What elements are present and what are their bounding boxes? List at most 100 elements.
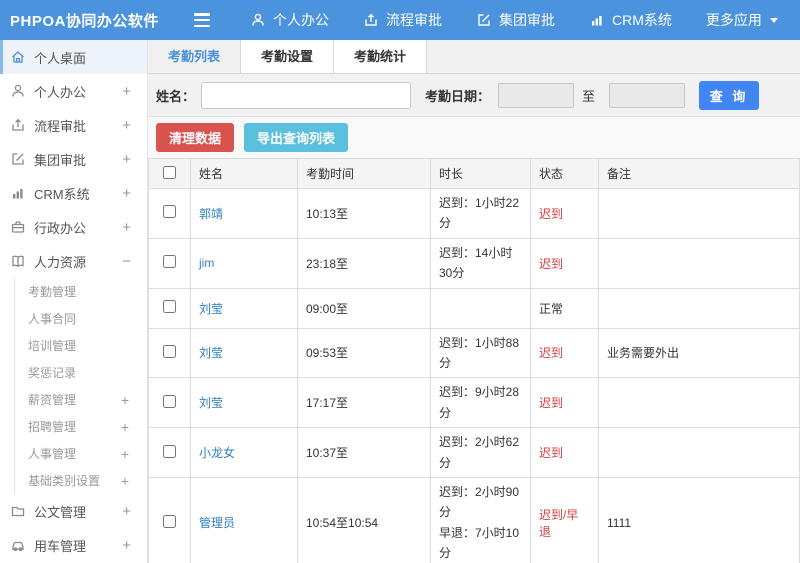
- search-bar: 姓名： 考勤日期： 至 查 询: [148, 74, 800, 117]
- row-checkbox[interactable]: [163, 255, 176, 269]
- nav-group-approval[interactable]: 集团审批: [476, 10, 555, 30]
- table-row: jim 23:18至 迟到：14小时30分 迟到: [148, 237, 800, 289]
- time-cell: 09:00至: [297, 287, 431, 329]
- row-checkbox[interactable]: [163, 205, 176, 219]
- expand-indicator: +: [122, 150, 131, 168]
- collapse-indicator: −: [122, 252, 131, 270]
- submenu-item-label: 人事合同: [28, 312, 77, 326]
- row-checkbox[interactable]: [163, 514, 176, 528]
- submenu-item-base-category-settings[interactable]: 基础类别设置 +: [15, 467, 147, 494]
- column-header-remark: 备注: [598, 158, 800, 189]
- column-header-duration: 时长: [430, 158, 531, 189]
- sidebar-item-admin-office[interactable]: 行政办公 +: [0, 210, 147, 244]
- hamburger-menu-icon[interactable]: [194, 13, 214, 27]
- duration-cell: [430, 287, 531, 329]
- submenu-item-label: 基础类别设置: [28, 474, 101, 488]
- time-cell: 10:54至10:54: [297, 476, 431, 563]
- app-logo: PHPOA协同办公软件: [10, 12, 159, 30]
- query-button[interactable]: 查 询: [699, 80, 760, 110]
- sidebar-item-vehicle-management[interactable]: 用车管理 +: [0, 528, 147, 562]
- expand-indicator: +: [120, 445, 129, 462]
- duration-cell: 迟到：2小时62分: [430, 427, 531, 478]
- submenu-item-hr-contract[interactable]: 人事合同: [15, 305, 147, 332]
- document-icon: [10, 503, 26, 519]
- expand-indicator: +: [122, 536, 131, 554]
- remark-cell: [598, 287, 800, 329]
- tab-bar: 考勤列表 考勤设置 考勤统计: [148, 40, 800, 74]
- name-link[interactable]: 郭靖: [199, 207, 223, 221]
- date-end-input[interactable]: [609, 82, 686, 108]
- sidebar-item-label: 流程审批: [34, 118, 87, 134]
- duration-cell: 迟到：2小时90分 早退：7小时10分: [430, 476, 531, 563]
- date-to-label: 至: [582, 88, 596, 104]
- clean-data-button[interactable]: 清理数据: [156, 123, 235, 152]
- remark-cell: 业务需要外出: [598, 327, 800, 379]
- submenu-item-reward-punishment[interactable]: 奖惩记录: [15, 359, 147, 386]
- submenu-item-recruitment-management[interactable]: 招聘管理 +: [15, 413, 147, 440]
- expand-indicator: +: [120, 391, 129, 408]
- sidebar-item-label: 人力资源: [34, 254, 87, 270]
- sidebar-item-label: 个人办公: [34, 84, 87, 100]
- sidebar-item-document-management[interactable]: 公文管理 +: [0, 494, 147, 528]
- submenu-item-attendance-management[interactable]: 考勤管理: [15, 278, 147, 305]
- sidebar-item-personal-desktop[interactable]: 个人桌面: [0, 40, 147, 74]
- person-icon: [250, 12, 266, 28]
- table-header-row: 姓名 考勤时间 时长 状态 备注: [148, 158, 800, 189]
- time-cell: 17:17至: [297, 377, 431, 429]
- row-checkbox[interactable]: [163, 300, 176, 314]
- remark-cell: [598, 427, 800, 478]
- submenu-item-label: 薪资管理: [28, 393, 77, 407]
- tab-attendance-statistics[interactable]: 考勤统计: [334, 40, 428, 73]
- nav-personal-office[interactable]: 个人办公: [250, 10, 329, 30]
- sidebar-item-human-resources[interactable]: 人力资源 −: [0, 244, 147, 278]
- submenu-item-training-management[interactable]: 培训管理: [15, 332, 147, 359]
- name-link[interactable]: 刘莹: [199, 302, 223, 316]
- time-cell: 23:18至: [297, 237, 431, 289]
- select-all-checkbox[interactable]: [163, 165, 176, 179]
- submenu-item-personnel-management[interactable]: 人事管理 +: [15, 440, 147, 467]
- date-start-input[interactable]: [498, 82, 575, 108]
- hr-submenu: 考勤管理 人事合同 培训管理 奖惩记录 薪资管理 + 招聘管理 + 人事管理 +…: [14, 278, 147, 494]
- sidebar-item-personal-office[interactable]: 个人办公 +: [0, 74, 147, 108]
- nav-label: 流程审批: [386, 12, 442, 28]
- tab-attendance-settings[interactable]: 考勤设置: [240, 40, 335, 73]
- name-link[interactable]: 小龙女: [199, 446, 235, 460]
- expand-indicator: +: [120, 418, 129, 435]
- tab-attendance-list[interactable]: 考勤列表: [148, 40, 240, 73]
- status-badge: 迟到: [539, 206, 564, 221]
- column-header-time: 考勤时间: [297, 158, 431, 189]
- sidebar-item-label: CRM系统: [34, 186, 90, 202]
- row-checkbox[interactable]: [163, 444, 176, 458]
- status-badge: 迟到: [539, 346, 564, 361]
- name-link[interactable]: jim: [199, 256, 214, 270]
- sidebar-item-group-approval[interactable]: 集团审批 +: [0, 142, 147, 176]
- row-checkbox[interactable]: [163, 394, 176, 408]
- row-checkbox[interactable]: [163, 344, 176, 358]
- book-icon: [10, 253, 26, 269]
- name-link[interactable]: 刘莹: [199, 346, 223, 360]
- table-row: 刘莹 09:53至 迟到：1小时88分 迟到 业务需要外出: [148, 327, 800, 379]
- top-navigation: 个人办公 流程审批 集团审批 CRM系统 更多应用: [250, 10, 779, 30]
- nav-label: 更多应用: [705, 12, 762, 28]
- name-label: 姓名：: [156, 88, 196, 104]
- status-badge: 迟到: [539, 446, 564, 461]
- name-link[interactable]: 刘莹: [199, 396, 223, 410]
- time-cell: 09:53至: [297, 327, 431, 379]
- column-header-name: 姓名: [190, 158, 298, 189]
- sidebar-item-label: 用车管理: [34, 538, 87, 554]
- nav-workflow-approval[interactable]: 流程审批: [363, 10, 442, 30]
- sidebar-item-workflow-approval[interactable]: 流程审批 +: [0, 108, 147, 142]
- person-icon: [10, 83, 26, 99]
- sidebar-item-crm-system[interactable]: CRM系统 +: [0, 176, 147, 210]
- duration-cell: 迟到：1小时88分: [430, 327, 531, 379]
- time-cell: 10:37至: [297, 427, 431, 478]
- expand-indicator: +: [122, 502, 131, 520]
- name-link[interactable]: 管理员: [199, 516, 235, 530]
- nav-more-apps[interactable]: 更多应用: [706, 10, 779, 30]
- column-header-status: 状态: [530, 158, 599, 189]
- nav-crm-system[interactable]: CRM系统: [589, 10, 672, 30]
- name-input[interactable]: [201, 81, 412, 109]
- submenu-item-salary-management[interactable]: 薪资管理 +: [15, 386, 147, 413]
- export-list-button[interactable]: 导出查询列表: [244, 123, 349, 152]
- expand-indicator: +: [122, 82, 131, 100]
